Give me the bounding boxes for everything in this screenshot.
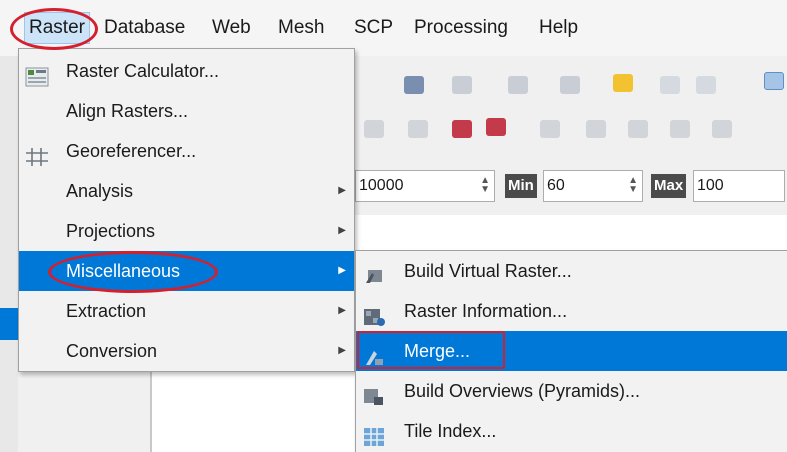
- toolbar-row-1: [360, 60, 787, 110]
- label-change-icon[interactable]: [628, 120, 648, 138]
- scp-toolbar-fields: 10000 ▲ ▼ Min 60 ▲ ▼ Max 100: [355, 166, 787, 206]
- raster-calculator-icon: [25, 61, 49, 87]
- menu-item-conversion[interactable]: Conversion ▶: [19, 331, 354, 371]
- menu-item-label: Raster Calculator...: [66, 61, 220, 81]
- menu-item-georeferencer[interactable]: Georeferencer...: [19, 131, 354, 171]
- submenu-arrow-icon: ▶: [338, 345, 346, 356]
- menu-item-label: Raster Information...: [404, 301, 568, 321]
- menu-item-build-overviews[interactable]: Build Overviews (Pyramids)...: [356, 371, 787, 411]
- menu-item-label: Align Rasters...: [66, 101, 189, 121]
- submenu-arrow-icon: ▶: [338, 265, 346, 276]
- submenu-arrow-icon: ▶: [338, 305, 346, 316]
- menu-processing-label: Processing: [414, 17, 508, 38]
- menu-item-extraction[interactable]: Extraction ▶: [19, 291, 354, 331]
- spin-arrows-icon[interactable]: ▲ ▼: [480, 176, 490, 195]
- menu-item-label: Conversion: [66, 341, 158, 361]
- label-tool-icon[interactable]: [408, 120, 428, 138]
- zoom-icon[interactable]: [452, 76, 472, 94]
- max-spinbox[interactable]: 100: [693, 170, 785, 202]
- left-panel-strip: [0, 56, 18, 452]
- menu-item-projections[interactable]: Projections ▶: [19, 211, 354, 251]
- min-spinbox[interactable]: 60 ▲ ▼: [543, 170, 643, 202]
- menu-scp[interactable]: SCP: [354, 12, 393, 44]
- menu-item-label: Extraction: [66, 301, 147, 321]
- menu-item-raster-information[interactable]: Raster Information...: [356, 291, 787, 331]
- left-panel-selection: [0, 308, 18, 340]
- max-label: Max: [651, 174, 687, 198]
- min-label: Min: [505, 174, 537, 198]
- menu-item-analysis[interactable]: Analysis ▶: [19, 171, 354, 211]
- georeferencer-icon: [25, 141, 49, 166]
- submenu-arrow-icon: ▶: [338, 225, 346, 236]
- build-virtual-raster-icon: [362, 261, 386, 283]
- label-rotate-icon[interactable]: [586, 120, 606, 138]
- label-icon[interactable]: [364, 120, 384, 138]
- settings-icon[interactable]: [764, 72, 784, 90]
- deselect-icon[interactable]: [560, 76, 580, 94]
- menu-database-label: Database: [104, 17, 186, 38]
- menu-item-build-virtual-raster[interactable]: Build Virtual Raster...: [356, 251, 787, 291]
- value-spinbox[interactable]: 10000 ▲ ▼: [355, 170, 495, 202]
- miscellaneous-highlight-oval: [48, 251, 218, 293]
- menu-scp-label: SCP: [354, 17, 394, 38]
- label-ab-icon[interactable]: [452, 120, 472, 138]
- raster-menu: Raster Calculator... Align Rasters... Ge…: [18, 48, 355, 372]
- menu-item-label: Build Virtual Raster...: [404, 261, 572, 281]
- menu-item-raster-calculator[interactable]: Raster Calculator...: [19, 51, 354, 91]
- raster-information-icon: [362, 301, 386, 326]
- menu-item-align-rasters[interactable]: Align Rasters...: [19, 91, 354, 131]
- build-overviews-icon: [362, 381, 386, 405]
- min-spinbox-text: 60: [547, 177, 565, 194]
- max-spinbox-text: 100: [697, 177, 724, 194]
- menu-processing[interactable]: Processing: [414, 12, 508, 44]
- raster-highlight-oval: [10, 8, 98, 50]
- menu-help-label: Help: [539, 17, 579, 38]
- toolbar-row-2: [360, 108, 787, 156]
- menu-item-label: Analysis: [66, 181, 134, 201]
- menu-web-label: Web: [212, 17, 251, 38]
- submenu-arrow-icon: ▶: [338, 185, 346, 196]
- label-move-icon[interactable]: [540, 120, 560, 138]
- menu-item-tile-index[interactable]: Tile Index...: [356, 411, 787, 451]
- menu-item-label: Build Overviews (Pyramids)...: [404, 381, 641, 401]
- menu-help[interactable]: Help: [539, 12, 578, 44]
- highlight-icon[interactable]: [613, 74, 633, 92]
- menu-web[interactable]: Web: [212, 12, 251, 44]
- value-spinbox-text: 10000: [359, 177, 404, 194]
- menu-mesh-label: Mesh: [278, 17, 325, 38]
- tile-index-icon: [362, 421, 386, 446]
- label-show-icon[interactable]: [712, 120, 732, 138]
- merge-highlight-rect: [357, 331, 505, 369]
- table-icon[interactable]: [660, 76, 680, 94]
- select-icon[interactable]: [508, 76, 528, 94]
- label-pin-icon[interactable]: [670, 120, 690, 138]
- menu-item-label: Projections: [66, 221, 156, 241]
- menu-mesh[interactable]: Mesh: [278, 12, 324, 44]
- menu-database[interactable]: Database: [104, 12, 185, 44]
- spin-arrows-icon[interactable]: ▲ ▼: [628, 176, 638, 195]
- menu-item-label: Georeferencer...: [66, 141, 197, 161]
- label-abc-icon[interactable]: [486, 118, 506, 136]
- menu-item-label: Tile Index...: [404, 421, 497, 441]
- table-edit-icon[interactable]: [696, 76, 716, 94]
- identify-icon[interactable]: [404, 76, 424, 94]
